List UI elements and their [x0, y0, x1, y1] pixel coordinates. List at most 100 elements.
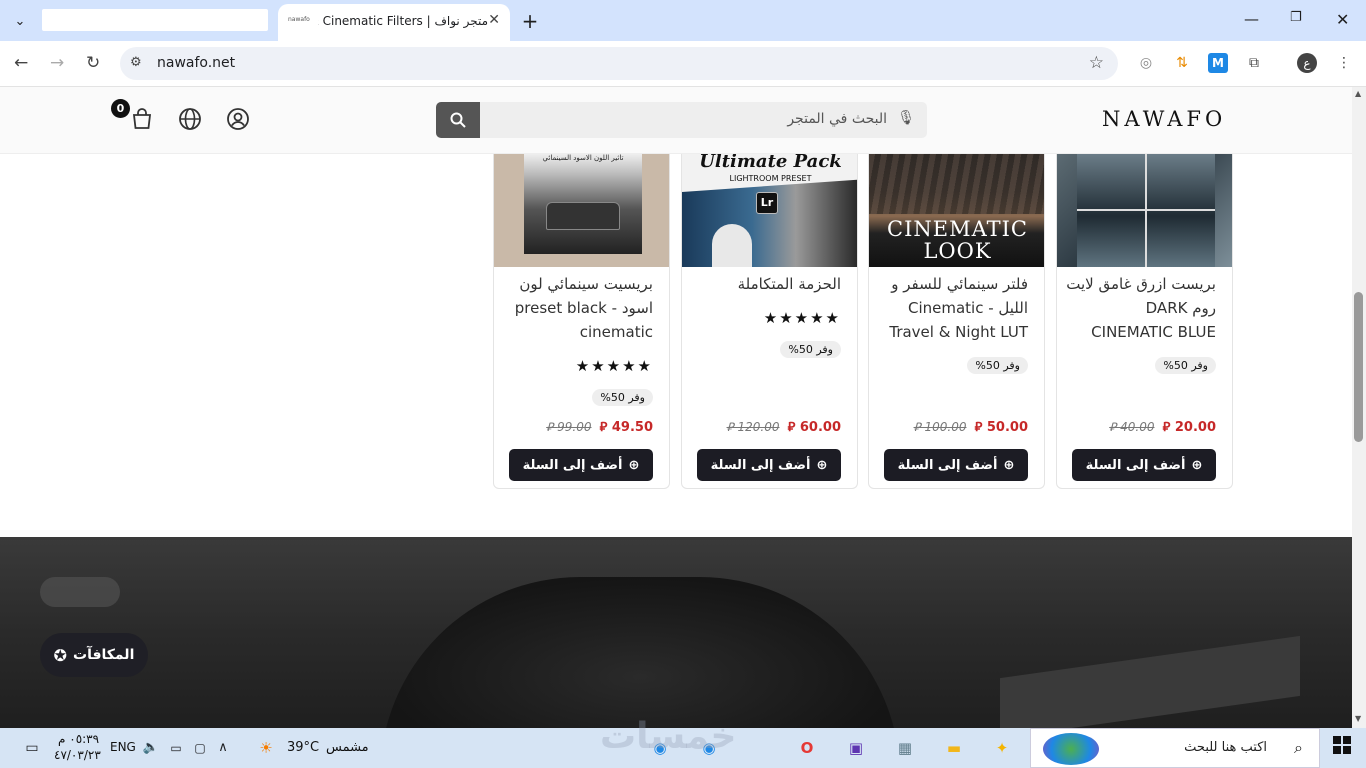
plus-circle-icon: ⊕: [1003, 457, 1015, 473]
address-bar-row: ← → ↻ ⚙ nawafo.net ☆ ◎ ⇅ M ⧉ ع ⋮: [0, 41, 1366, 87]
extension-m-icon[interactable]: M: [1208, 53, 1228, 73]
weather-sun-icon[interactable]: ☀: [254, 736, 278, 760]
add-to-cart-label: أضف إلى السلة: [897, 457, 998, 473]
add-to-cart-label: أضف إلى السلة: [710, 457, 811, 473]
product-name[interactable]: فلتر سينمائي للسفر و الليل - Cinematic T…: [878, 272, 1028, 344]
add-to-cart-button[interactable]: ⊕ أضف إلى السلة: [884, 449, 1028, 481]
meet-now-icon[interactable]: ▢: [188, 736, 212, 760]
rewards-hand-star-icon: ✪: [53, 645, 68, 665]
tab-search-icon[interactable]: ⌄: [6, 7, 34, 35]
windows-taskbar: ⌕ اكتب هنا للبحث ✦ ▬ ▦ ▣ O ◉ ◉ خمسات مشم…: [0, 716, 1366, 768]
product-card[interactable]: Ultimate Pack LIGHTROOM PRESET Lr الحزمة…: [681, 154, 858, 489]
product-image[interactable]: Ultimate Pack LIGHTROOM PRESET Lr: [682, 154, 857, 267]
network-icon[interactable]: ▭: [164, 736, 188, 760]
product-image[interactable]: تأثير اللون الاسود السينمائي: [494, 154, 669, 267]
search-button[interactable]: [436, 102, 480, 138]
clock-date[interactable]: ٤٧/٠٣/٢٣: [54, 748, 101, 762]
search-icon: [450, 112, 466, 128]
forward-icon[interactable]: →: [50, 53, 64, 73]
opera-icon[interactable]: O: [795, 736, 819, 760]
restore-icon[interactable]: ❐: [1290, 10, 1302, 25]
notifications-icon[interactable]: ▭: [20, 736, 44, 760]
media-app-icon[interactable]: ▣: [844, 736, 868, 760]
product-card[interactable]: تأثير اللون الاسود السينمائي بريسيت سينم…: [493, 154, 670, 489]
taskbar-search[interactable]: ⌕ اكتب هنا للبحث: [1030, 728, 1320, 768]
product-price: 50.00 ⃁ 100.00 ⃁: [914, 418, 1028, 435]
tab-close-icon[interactable]: ✕: [488, 12, 500, 28]
plus-circle-icon: ⊕: [816, 457, 828, 473]
site-header: NAWAFO البحث في المتجر 🎙 0: [0, 87, 1352, 154]
scroll-down-icon[interactable]: ▼: [1355, 714, 1361, 723]
price-original: 40.00 ⃁: [1109, 420, 1155, 434]
cart-icon[interactable]: [131, 107, 153, 136]
product-price: 20.00 ⃁ 40.00 ⃁: [1109, 418, 1216, 435]
clock-time[interactable]: ٠٥:٣٩ م: [58, 732, 99, 746]
product-name[interactable]: بريسيت سينمائي لون اسود - preset black c…: [503, 272, 653, 344]
plus-circle-icon: ⊕: [1191, 457, 1203, 473]
product-image[interactable]: [1057, 154, 1232, 267]
product-price: 60.00 ⃁ 120.00 ⃁: [727, 418, 841, 435]
volume-icon[interactable]: 🔈: [139, 736, 163, 760]
site-logo[interactable]: NAWAFO: [1102, 107, 1226, 131]
discount-badge: وفر 50%: [592, 389, 653, 406]
chrome-menu-icon[interactable]: ⋮: [1334, 53, 1354, 73]
bookmark-star-icon[interactable]: ☆: [1089, 53, 1104, 73]
price-current: 50.00 ⃁: [974, 420, 1028, 435]
lightroom-badge: Lr: [756, 192, 778, 214]
search-input[interactable]: البحث في المتجر: [787, 111, 887, 127]
site-info-icon[interactable]: ⚙: [130, 55, 142, 70]
product-image[interactable]: CINEMATIC LOOK: [869, 154, 1044, 267]
store-search[interactable]: البحث في المتجر 🎙: [436, 102, 927, 138]
new-tab-button[interactable]: +: [516, 7, 544, 35]
add-to-cart-label: أضف إلى السلة: [522, 457, 623, 473]
microphone-icon[interactable]: 🎙: [897, 110, 915, 126]
extensions-puzzle-icon[interactable]: ⧉: [1244, 53, 1264, 73]
tab-title: متجر نواف | Cinematic Filters &: [318, 14, 488, 28]
product-image-text: CINEMATIC LOOK: [887, 217, 1028, 263]
price-original: 120.00 ⃁: [726, 420, 780, 434]
product-name[interactable]: بريست ازرق غامق لايت روم DARK CINEMATIC …: [1066, 272, 1216, 344]
weather-temperature[interactable]: 39°C: [287, 740, 319, 755]
language-indicator[interactable]: ENG: [110, 740, 136, 754]
extension-arrows-icon[interactable]: ⇅: [1172, 53, 1192, 73]
windows-start-icon[interactable]: [1330, 736, 1354, 760]
discount-badge: وفر 50%: [967, 357, 1028, 374]
account-icon[interactable]: [226, 107, 250, 136]
weather-label[interactable]: مشمس: [326, 740, 369, 755]
reload-icon[interactable]: ↻: [86, 53, 100, 73]
minimize-icon[interactable]: —: [1244, 10, 1259, 28]
add-to-cart-button[interactable]: ⊕ أضف إلى السلة: [697, 449, 841, 481]
tab-active[interactable]: nawafo متجر نواف | Cinematic Filters & ✕: [278, 4, 510, 41]
scrollbar-thumb[interactable]: [1354, 292, 1363, 442]
product-card[interactable]: CINEMATIC LOOK فلتر سينمائي للسفر و اللي…: [868, 154, 1045, 489]
rewards-label: المكافآت: [73, 647, 135, 663]
copilot-icon[interactable]: ✦: [990, 736, 1014, 760]
show-hidden-icons-chevron-icon[interactable]: ∧: [211, 736, 235, 760]
discount-badge: وفر 50%: [1155, 357, 1216, 374]
url-text[interactable]: nawafo.net: [157, 55, 235, 71]
language-globe-icon[interactable]: [178, 107, 202, 136]
profile-avatar[interactable]: ع: [1297, 53, 1317, 73]
omnibox[interactable]: ⚙ nawafo.net ☆: [120, 47, 1118, 80]
back-icon[interactable]: ←: [14, 53, 28, 73]
watermark-text: خمسات: [600, 716, 737, 757]
product-name[interactable]: الحزمة المتكاملة: [691, 272, 841, 296]
page-scrollbar[interactable]: ▲ ▼: [1352, 87, 1366, 728]
search-highlight-globe-icon: [1043, 733, 1099, 765]
taskbar-search-icon: ⌕: [1294, 738, 1303, 757]
tab-inactive[interactable]: [42, 9, 268, 31]
hero-banner-image: [0, 537, 1352, 728]
add-to-cart-button[interactable]: ⊕ أضف إلى السلة: [509, 449, 653, 481]
taskbar-search-input[interactable]: اكتب هنا للبحث: [1184, 740, 1267, 755]
rewards-button[interactable]: المكافآت ✪: [40, 633, 148, 677]
window-close-icon[interactable]: ✕: [1336, 10, 1349, 29]
price-current: 20.00 ⃁: [1162, 420, 1216, 435]
file-explorer-icon[interactable]: ▬: [942, 736, 966, 760]
tab-favicon-icon: nawafo: [288, 16, 310, 23]
product-price: 49.50 ⃁ 99.00 ⃁: [546, 418, 653, 435]
calculator-icon[interactable]: ▦: [893, 736, 917, 760]
extension-chrome-icon[interactable]: ◎: [1136, 53, 1156, 73]
product-card[interactable]: بريست ازرق غامق لايت روم DARK CINEMATIC …: [1056, 154, 1233, 489]
scroll-up-icon[interactable]: ▲: [1355, 89, 1361, 98]
add-to-cart-button[interactable]: ⊕ أضف إلى السلة: [1072, 449, 1216, 481]
